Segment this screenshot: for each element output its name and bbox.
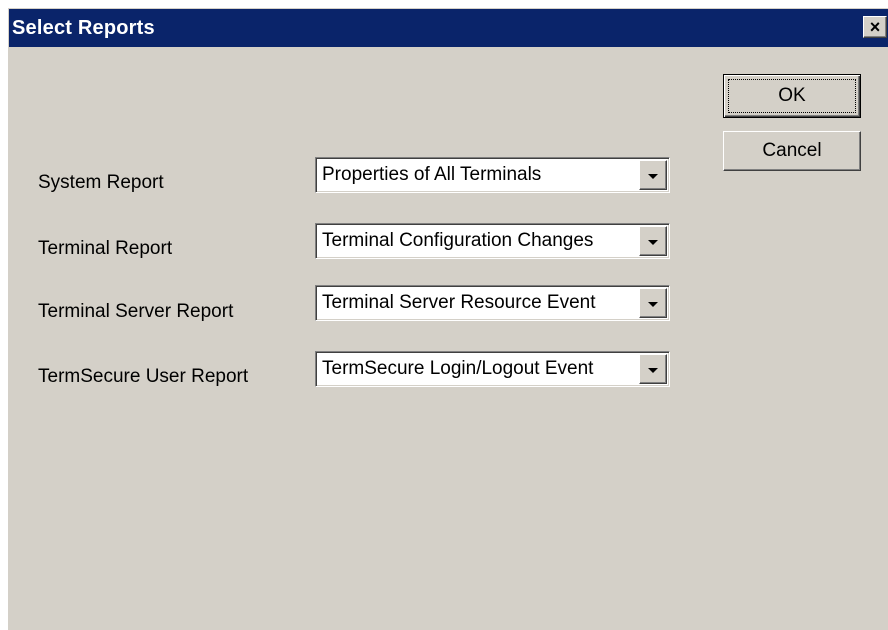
termsecure-user-report-label: TermSecure User Report [38, 366, 249, 387]
system-report-label: System Report [38, 172, 164, 193]
system-report-dropdown-button[interactable] [639, 160, 667, 190]
system-report-dropdown[interactable]: Properties of All Terminals [315, 157, 670, 193]
ok-button-label: OK [778, 85, 806, 106]
title-bar[interactable]: Select Reports × [9, 9, 888, 47]
terminal-report-dropdown[interactable]: Terminal Configuration Changes [315, 223, 670, 259]
chevron-down-icon [648, 301, 658, 307]
termsecure-user-report-dropdown[interactable]: TermSecure Login/Logout Event [315, 351, 670, 387]
cancel-button-label: Cancel [762, 140, 822, 161]
terminal-server-report-dropdown[interactable]: Terminal Server Resource Event [315, 285, 670, 321]
terminal-server-report-label: Terminal Server Report [38, 301, 234, 322]
ok-button[interactable]: OK [723, 74, 861, 118]
chevron-down-icon [648, 239, 658, 245]
terminal-report-dropdown-button[interactable] [639, 226, 667, 256]
chevron-down-icon [648, 367, 658, 373]
close-button[interactable]: × [863, 16, 887, 38]
window-title: Select Reports [12, 16, 155, 39]
close-icon: × [869, 17, 881, 37]
system-report-value: Properties of All Terminals [322, 164, 542, 185]
chevron-down-icon [648, 173, 658, 179]
termsecure-user-report-dropdown-button[interactable] [639, 354, 667, 384]
cancel-button[interactable]: Cancel [723, 131, 861, 171]
terminal-server-report-dropdown-button[interactable] [639, 288, 667, 318]
terminal-report-value: Terminal Configuration Changes [322, 230, 594, 251]
termsecure-user-report-value: TermSecure Login/Logout Event [322, 358, 594, 379]
terminal-report-label: Terminal Report [38, 238, 173, 259]
select-reports-dialog: Select Reports × OK Cancel System Report… [8, 8, 888, 630]
terminal-server-report-value: Terminal Server Resource Event [322, 292, 596, 313]
